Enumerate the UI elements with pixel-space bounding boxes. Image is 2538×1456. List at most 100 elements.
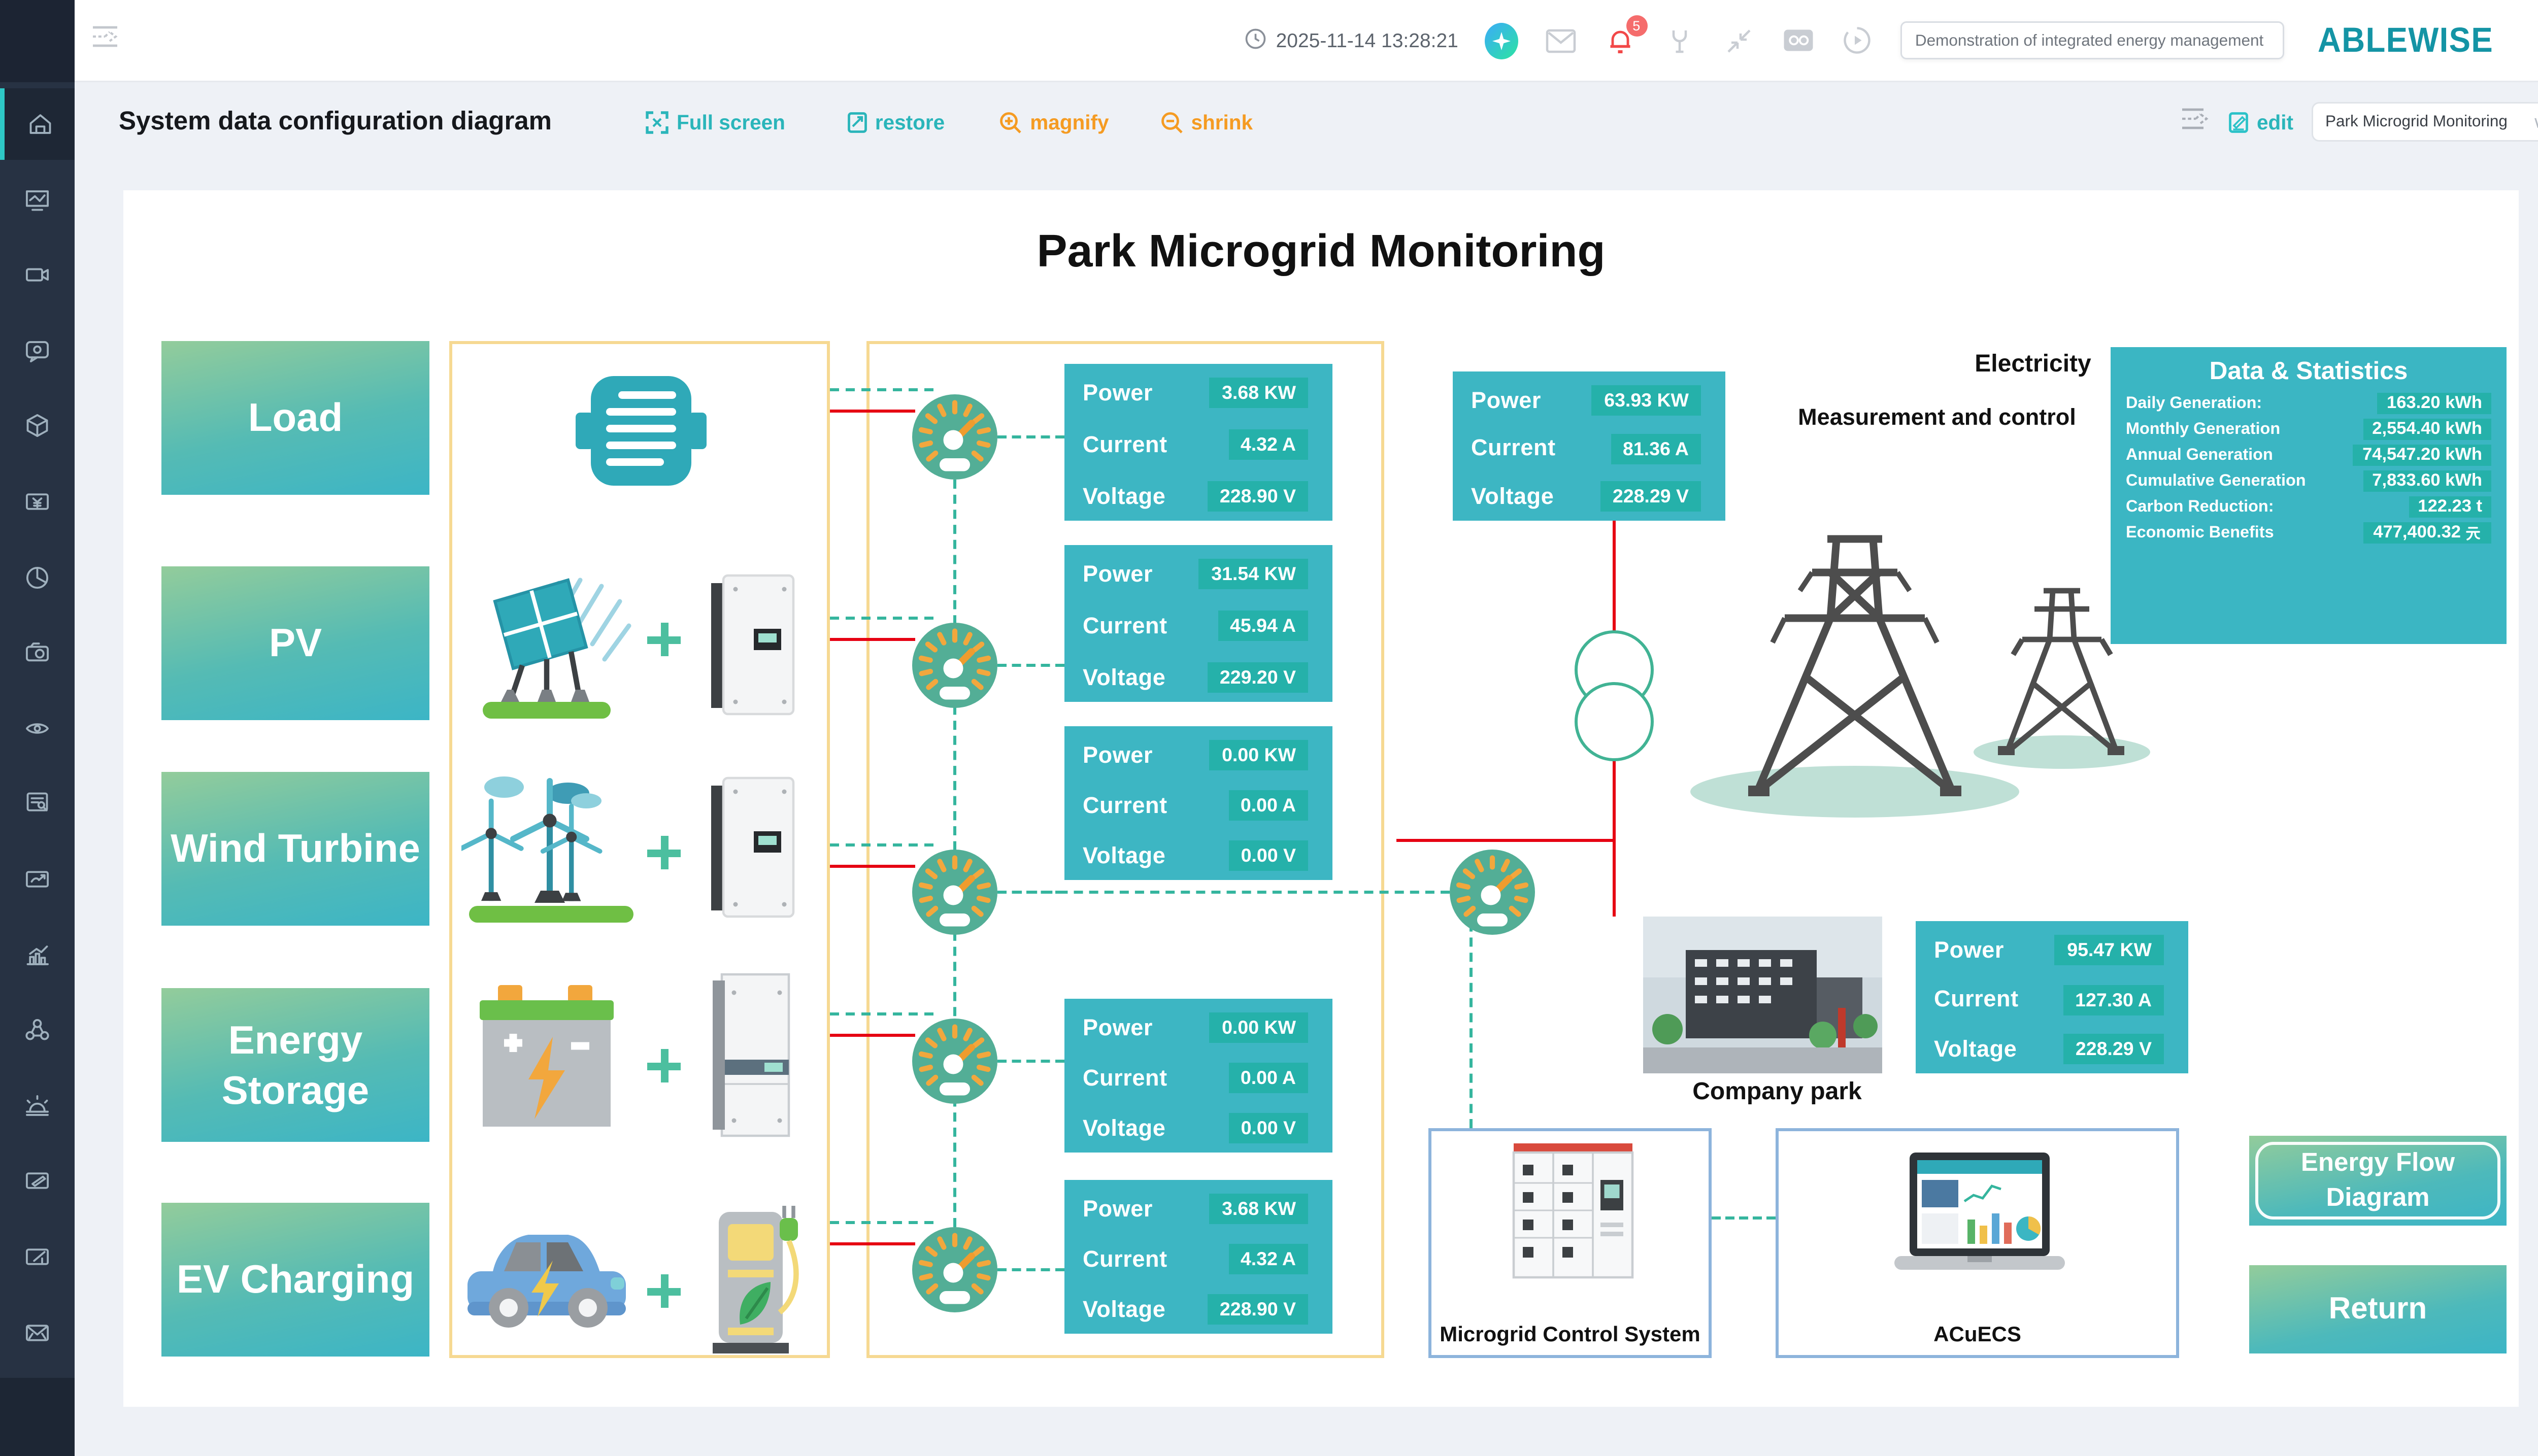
meter-label: Voltage	[1471, 484, 1554, 510]
sidebar-item-data-screen[interactable]	[0, 164, 75, 235]
sidebar-item-message[interactable]	[0, 315, 75, 386]
statistic-label: Cumulative Generation	[2126, 472, 2306, 490]
plus-icon	[647, 1274, 681, 1308]
meter-label: Current	[1083, 432, 1167, 458]
magnify-button[interactable]: magnify	[999, 111, 1109, 133]
wind-meter: Power0.00 KWCurrent0.00 AVoltage0.00 V	[1064, 726, 1332, 880]
eye-inspection-icon	[23, 714, 52, 742]
sidebar-item-pie-chart[interactable]	[0, 541, 75, 613]
record-icon[interactable]	[1781, 24, 1815, 57]
ai-assistant-icon[interactable]	[1484, 24, 1518, 57]
meter-row-voltage: Voltage229.20 V	[1083, 662, 1317, 693]
sidebar-item-model-3d[interactable]	[0, 390, 75, 462]
company-park-photo	[1643, 917, 1882, 1073]
meter-value: 0.00 A	[1228, 1063, 1308, 1093]
network-topology-icon	[23, 1016, 52, 1045]
meter-value: 3.68 KW	[1210, 378, 1308, 408]
sidebar-item-eye-inspection[interactable]	[0, 692, 75, 764]
meter-row-voltage: Voltage0.00 V	[1083, 840, 1317, 871]
statistic-value: 7,833.60 kWh	[2363, 470, 2491, 492]
meter-row-current: Current4.32 A	[1083, 429, 1317, 460]
message-icon	[23, 336, 52, 365]
sidebar-item-record-edit[interactable]	[0, 1221, 75, 1293]
sidebar-item-network-topology[interactable]	[0, 995, 75, 1066]
connection-line-red	[830, 638, 915, 641]
edit-button[interactable]: edit	[2228, 111, 2293, 133]
fullscreen-button[interactable]: Full screen	[646, 111, 785, 133]
shrink-button[interactable]: shrink	[1161, 111, 1253, 133]
transmission-towers-illustration	[1684, 512, 2162, 825]
statistic-value: 163.20 kWh	[2378, 393, 2491, 414]
node-load[interactable]: Load	[161, 341, 429, 495]
home-icon	[25, 110, 54, 139]
wind-turbines-icon	[461, 763, 641, 927]
meter-value: 0.00 KW	[1210, 1012, 1308, 1043]
sidebar-item-document-search[interactable]	[0, 768, 75, 839]
sidebar-item-work-order[interactable]	[0, 1145, 75, 1217]
data-statistics-panel: Data & Statistics Daily Generation:163.2…	[2111, 347, 2507, 644]
datetime-display: 2025-11-14 13:28:21	[1244, 27, 1458, 54]
node-ev-charging[interactable]: EV Charging	[161, 1203, 429, 1357]
tools-icon[interactable]	[1662, 24, 1696, 57]
meter-row-voltage: Voltage228.90 V	[1083, 1294, 1317, 1325]
sidebar-item-operation-maintenance[interactable]	[0, 843, 75, 915]
connection-line-red	[830, 865, 915, 868]
play-circle-icon[interactable]	[1841, 24, 1874, 57]
meter-label: Current	[1934, 987, 2019, 1012]
meter-value: 127.30 A	[2063, 985, 2164, 1015]
mail-icon[interactable]	[1544, 24, 1577, 57]
meter-value: 228.29 V	[2063, 1034, 2164, 1064]
meter-row-power: Power3.68 KW	[1083, 378, 1317, 408]
meter-label: Power	[1083, 1196, 1153, 1222]
diagram-title: Park Microgrid Monitoring	[123, 227, 2519, 279]
node-energy-storage[interactable]: Energy Storage	[161, 988, 429, 1142]
statistic-label: Daily Generation:	[2126, 394, 2262, 413]
mail-icon	[23, 1318, 52, 1347]
operation-maintenance-icon	[23, 865, 52, 894]
meter-value: 81.36 A	[1611, 433, 1701, 464]
meter-value: 228.29 V	[1600, 481, 1701, 512]
energy-flow-diagram-button[interactable]: Energy Flow Diagram	[2249, 1136, 2507, 1226]
collapse-sidebar-icon[interactable]	[90, 24, 120, 56]
sidebar-item-alarm[interactable]	[0, 1070, 75, 1141]
connection-line-red	[830, 410, 915, 413]
sidebar-item-statistics-chart[interactable]	[0, 919, 75, 991]
transformer-symbol	[1561, 624, 1667, 776]
gauge-ev-icon	[912, 1227, 997, 1312]
meter-row-current: Current81.36 A	[1471, 433, 1710, 464]
diagram-select[interactable]: Park Microgrid Monitoring ∨	[2312, 102, 2538, 142]
node-pv[interactable]: PV	[161, 566, 429, 720]
statistics-rows: Daily Generation:163.20 kWhMonthly Gener…	[2126, 393, 2491, 544]
sidebar-item-billing[interactable]	[0, 466, 75, 537]
restore-button[interactable]: restore	[846, 111, 945, 133]
plus-icon	[647, 1049, 681, 1082]
return-button[interactable]: Return	[2249, 1265, 2507, 1353]
video-monitor-icon	[23, 261, 52, 290]
statistics-row: Daily Generation: 163.20 kWh	[2126, 393, 2491, 414]
sidebar-item-video-monitor[interactable]	[0, 240, 75, 311]
export-icon[interactable]	[2179, 106, 2210, 138]
meter-label: Current	[1083, 613, 1167, 639]
left-sidebar	[0, 82, 75, 1456]
microgrid-control-system-label: Microgrid Control System	[1431, 1322, 1709, 1346]
sidebar-item-home[interactable]	[0, 88, 75, 160]
notification-bell-icon[interactable]: 5	[1603, 24, 1637, 57]
banner-text-input[interactable]	[1900, 21, 2284, 59]
node-wind-turbine[interactable]: Wind Turbine	[161, 772, 429, 926]
statistic-value: 122.23 t	[2409, 496, 2491, 518]
billing-icon	[23, 487, 52, 516]
meter-label: Voltage	[1083, 1115, 1165, 1141]
meter-value: 45.94 A	[1218, 611, 1308, 641]
connection-line-red	[830, 1242, 915, 1245]
motor-generator-icon	[573, 370, 710, 492]
meter-value: 31.54 KW	[1199, 559, 1308, 589]
acuecs-label: ACuECS	[1779, 1322, 2176, 1346]
meter-row-power: Power63.93 KW	[1471, 385, 1710, 416]
statistic-label: Annual Generation	[2126, 446, 2273, 464]
page-title: System data configuration diagram	[119, 107, 552, 137]
sidebar-item-camera[interactable]	[0, 617, 75, 689]
storage-converter-image	[710, 971, 798, 1142]
grid-label-line1: Electricity	[1975, 352, 2091, 379]
sidebar-item-mail[interactable]	[0, 1297, 75, 1368]
collapse-arrows-icon[interactable]	[1722, 24, 1755, 57]
